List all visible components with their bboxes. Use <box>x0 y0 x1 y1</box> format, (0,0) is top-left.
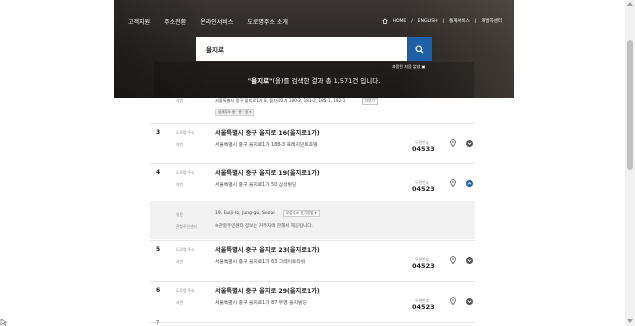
util-stats-link[interactable]: 통계서비스 <box>449 18 470 24</box>
jibun-label: 지번 <box>176 182 183 187</box>
list-divider <box>150 163 475 164</box>
util-home-link[interactable]: HOME <box>393 19 407 24</box>
expand-toggle[interactable] <box>466 257 473 264</box>
search-box <box>196 37 407 61</box>
road-address-label: 도로명 주소 <box>176 130 195 135</box>
util-nav: HOME / ENGLISH | 통계서비스 | 개발자센터 <box>381 18 502 24</box>
road-address[interactable]: 서울특별시 중구 을지로 19(을지로1가) <box>215 168 320 177</box>
item-number: 4 <box>156 169 161 176</box>
nav-item-convert[interactable]: 주소전환 <box>164 17 186 26</box>
jibun-address: 서울특별시 중구 을지로1가 50 삼성빌딩 <box>215 183 297 188</box>
list-item: 3 도로명 주소 서울특별시 중구 을지로 16(을지로1가) 지번 서울특별시… <box>150 125 475 167</box>
zip-code: 04523 <box>412 303 435 311</box>
home-icon <box>381 18 388 24</box>
search-icon <box>415 44 424 54</box>
map-pin-icon[interactable] <box>450 179 456 187</box>
jibun-address: 서울특별시 중구 을지로1가 63 그레이트타워 <box>215 260 306 265</box>
zip-code: 04533 <box>412 145 435 153</box>
hero-banner: 고객지원 주소전환 온라인서비스 도로명주소 소개 HOME / ENGLISH… <box>114 0 514 98</box>
item-number: 3 <box>156 129 161 136</box>
item-number: 6 <box>156 287 161 294</box>
util-divider: / <box>411 18 413 24</box>
jibun-label: 지번 <box>176 142 183 147</box>
expand-toggle[interactable] <box>466 180 473 187</box>
map-pin-icon[interactable] <box>450 297 456 305</box>
english-address: 19, Eulji-ro, Jung-gu, Seoul <box>215 211 275 216</box>
expanded-detail: 영문 19, Eulji-ro, Jung-gu, Seoul 부분주소 표기방… <box>150 201 475 239</box>
nav-item-support[interactable]: 고객지원 <box>128 17 150 26</box>
detail-search-label: 과정된 처음 없냈 <box>392 64 421 69</box>
road-address-label: 도로명 주소 <box>176 288 195 293</box>
zip-code: 04523 <box>412 185 435 193</box>
search-button[interactable] <box>407 37 432 61</box>
top-nav: 고객지원 주소전환 온라인서비스 도로명주소 소개 <box>128 17 288 26</box>
util-divider: | <box>474 18 477 24</box>
map-pin-icon[interactable] <box>450 139 456 147</box>
jibun-address: 서울특별시 중구 을지로1가 87 부영 을지빌딩 <box>215 301 307 306</box>
detail-search-icon: ▣ <box>421 64 426 69</box>
road-address[interactable]: 서울특별시 중구 을지로 29(을지로1가) <box>215 286 320 295</box>
detail-address-select[interactable]: 상세주소 동 · 층 · 호 ▾ <box>215 109 255 116</box>
list-item: 6 도로명 주소 서울특별시 중구 을지로 29(을지로1가) 지번 서울특별시… <box>150 283 475 325</box>
top-jibun-text: 서울특별시 중구 을지로1가 8, 을지로2가 180-2, 181-2, 18… <box>215 98 346 103</box>
util-english-link[interactable]: ENGLISH <box>418 19 438 24</box>
english-format-select[interactable]: 부분주소 표기방법 ▾ <box>283 210 320 217</box>
jibun-label: 지번 <box>176 259 183 264</box>
list-divider <box>150 240 475 241</box>
scroll-down-arrow-icon[interactable] <box>627 319 633 323</box>
map-pin-icon[interactable] <box>450 256 456 264</box>
road-address[interactable]: 서울특별시 중구 을지로 16(을지로1가) <box>215 128 320 137</box>
chevron-down-icon <box>467 142 472 145</box>
english-label: 영문 <box>176 212 183 217</box>
result-query: "을지로" <box>247 77 273 85</box>
search-input[interactable] <box>196 37 407 61</box>
list-item: 5 도로명 주소 서울특별시 중구 을지로 23(을지로1가) 지번 서울특별시… <box>150 242 475 284</box>
top-jibun-label: 지번 <box>176 98 183 103</box>
util-divider: | <box>442 18 445 24</box>
office-note: ※관할주민센터 정보는 거주지에 한해서 제공됩니다. <box>215 224 313 229</box>
scroll-thumb[interactable] <box>627 40 633 170</box>
road-address[interactable]: 서울특별시 중구 을지로 23(을지로1가) <box>215 245 320 254</box>
scroll-up-arrow-icon[interactable] <box>627 2 633 6</box>
list-item-partial: 지번 서울특별시 중구 을지로1가 8, 을지로2가 180-2, 181-2,… <box>150 98 475 120</box>
chevron-up-icon <box>467 182 472 185</box>
jibun-label: 지번 <box>176 300 183 305</box>
expand-toggle[interactable] <box>466 140 473 147</box>
util-dev-link[interactable]: 개발자센터 <box>481 18 502 24</box>
result-summary: (을)를 검색한 결과 총 1,571건 입니다. <box>272 77 381 85</box>
list-divider <box>150 123 475 124</box>
list-divider <box>150 322 475 323</box>
nav-item-intro[interactable]: 도로명주소 소개 <box>247 17 288 26</box>
office-label: 관할주민센터 <box>176 224 197 229</box>
nav-item-online[interactable]: 온라인서비스 <box>200 17 233 26</box>
zip-code: 04523 <box>412 262 435 270</box>
more-button[interactable]: 더보기 <box>362 98 378 105</box>
result-count: "을지로"(을)를 검색한 결과 총 1,571건 입니다. <box>114 75 514 85</box>
road-address-label: 도로명 주소 <box>176 247 195 252</box>
chevron-down-icon <box>467 300 472 303</box>
page: 고객지원 주소전환 온라인서비스 도로명주소 소개 HOME / ENGLISH… <box>0 0 635 326</box>
mouse-cursor-icon <box>0 318 8 326</box>
list-divider <box>150 281 475 282</box>
item-number: 5 <box>156 246 161 253</box>
road-address-label: 도로명 주소 <box>176 170 195 175</box>
item-number: 7 <box>156 320 160 326</box>
chevron-down-icon <box>467 259 472 262</box>
detail-search-link[interactable]: 과정된 처음 없냈 ▣ <box>392 64 425 70</box>
jibun-address: 서울특별시 중구 을지로1가 188-3 프레지던트호텔 <box>215 143 318 148</box>
page-scrollbar[interactable] <box>625 0 635 326</box>
expand-toggle[interactable] <box>466 298 473 305</box>
